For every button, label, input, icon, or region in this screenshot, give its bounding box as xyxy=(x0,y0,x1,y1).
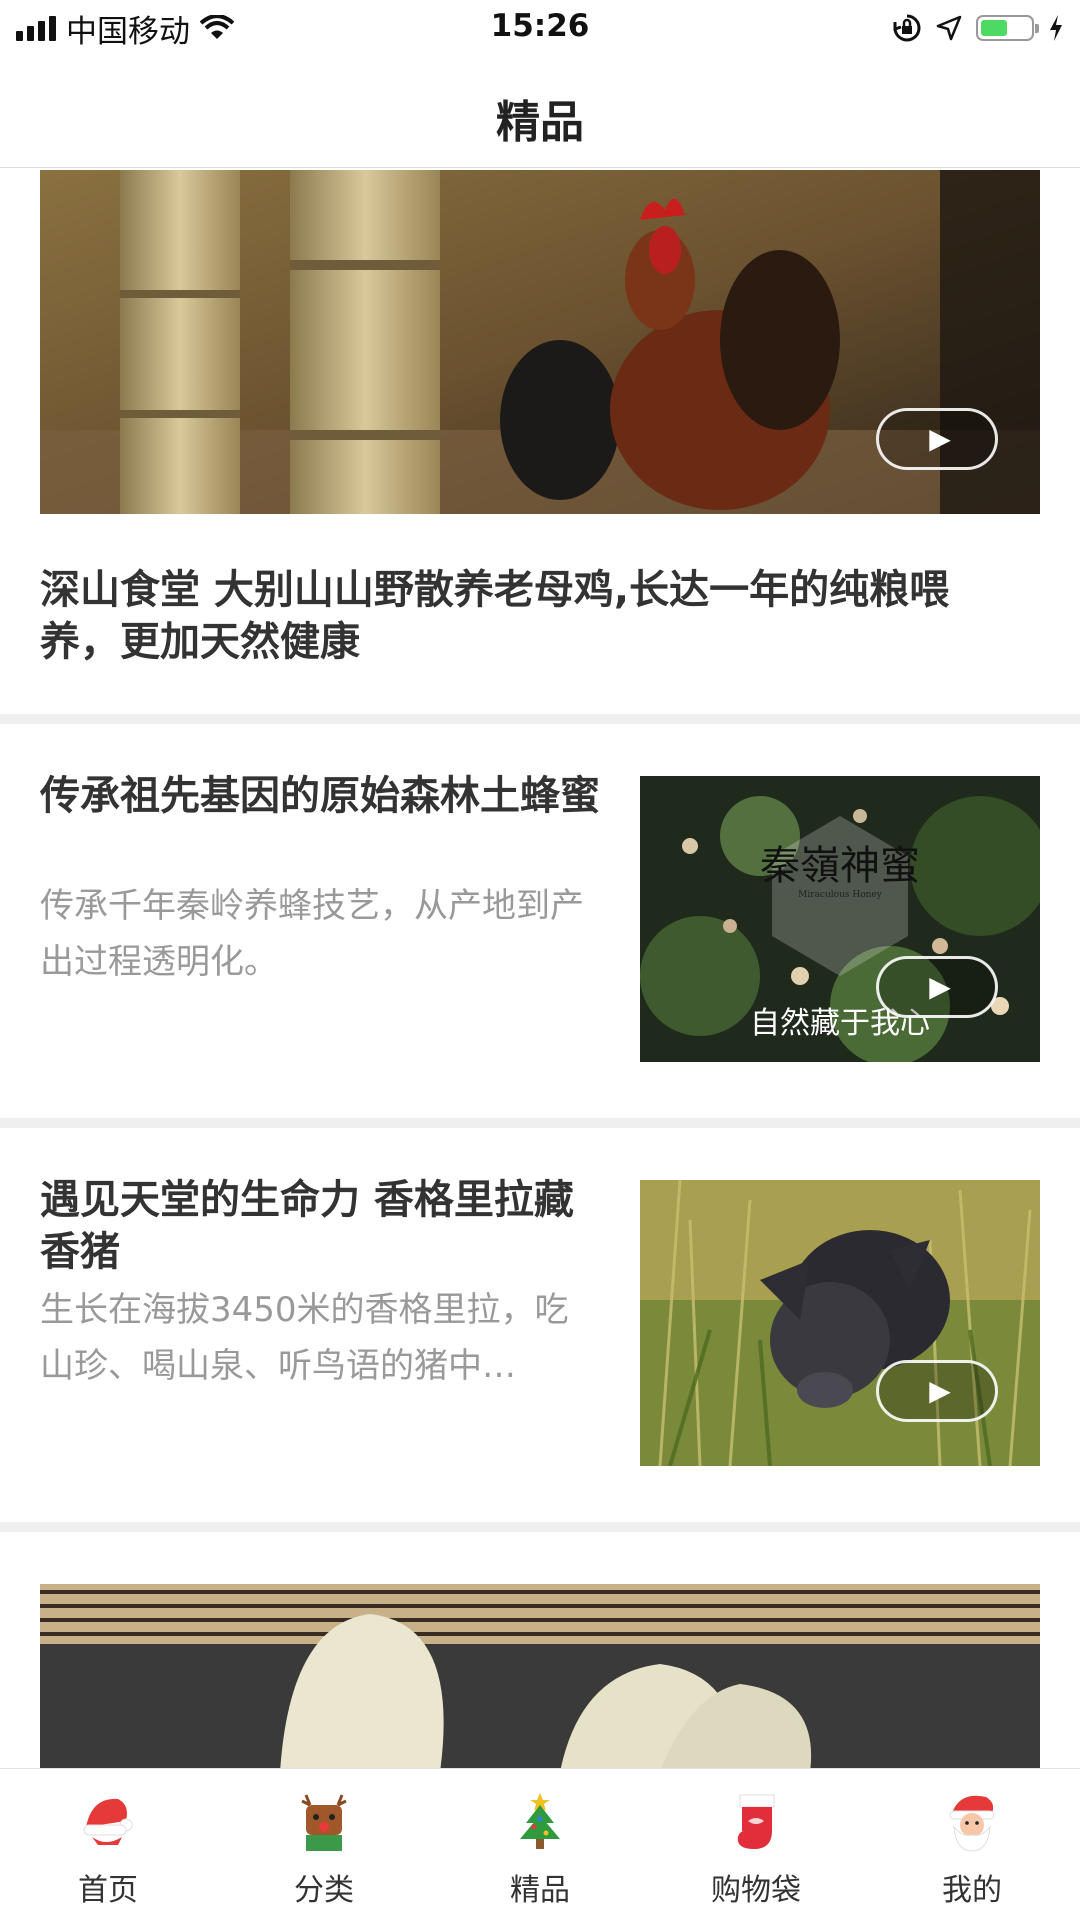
divider xyxy=(0,1522,1080,1532)
mushroom-dish-photo[interactable] xyxy=(40,1584,1040,1768)
santa-face-icon xyxy=(949,1795,995,1852)
divider xyxy=(0,1118,1080,1128)
hero-title: 深山食堂 大别山山野散养老母鸡,长达一年的纯粮喂养，更加天然健康 xyxy=(40,567,950,665)
reindeer-icon xyxy=(301,1794,347,1851)
tab-home[interactable]: 首页 xyxy=(0,1769,216,1920)
tab-cart[interactable]: 购物袋 xyxy=(648,1769,864,1920)
tab-label: 我的 xyxy=(942,1873,1002,1908)
list-item[interactable]: 传承祖先基因的原始森林土蜂蜜 传承千年秦岭养蜂技艺，从产地到产出过程透明化。 秦… xyxy=(0,724,1080,1118)
brand-logo-sub: Miraculous Honey xyxy=(798,890,882,900)
hero-card[interactable]: ▶ 深山食堂 大别山山野散养老母鸡,长达一年的纯粮喂养，更加天然健康 xyxy=(0,168,1080,714)
play-button[interactable]: ▶ xyxy=(876,408,998,470)
status-right xyxy=(892,10,1064,46)
christmas-tree-icon xyxy=(520,1793,560,1849)
tab-label: 首页 xyxy=(78,1873,138,1908)
list-item[interactable]: 遇见天堂的生命力 香格里拉藏香猪 生长在海拔3450米的香格里拉，吃山珍、喝山泉… xyxy=(0,1128,1080,1522)
partial-card[interactable] xyxy=(0,1532,1080,1768)
item-description: 生长在海拔3450米的香格里拉，吃山珍、喝山泉、听鸟语的猪中… xyxy=(40,1290,569,1386)
play-button[interactable]: ▶ xyxy=(876,956,998,1018)
black-pig-photo[interactable]: ▶ xyxy=(640,1180,1040,1466)
navigation-bar: 精品 xyxy=(0,56,1080,168)
santa-hat-icon xyxy=(83,1798,133,1845)
christmas-stocking-icon xyxy=(737,1794,775,1849)
tab-profile[interactable]: 我的 xyxy=(864,1769,1080,1920)
tab-bar: 首页 分类 精品 购物袋 我的 xyxy=(0,1768,1080,1920)
page-title: 精品 xyxy=(496,97,584,148)
play-icon: ▶ xyxy=(929,422,951,455)
honey-pine-photo[interactable]: 秦嶺神蜜 Miraculous Honey 自然藏于我心 ▶ xyxy=(640,776,1040,1062)
tab-label: 购物袋 xyxy=(711,1873,801,1908)
play-icon: ▶ xyxy=(929,970,951,1003)
battery-icon xyxy=(976,15,1039,41)
location-icon xyxy=(936,15,962,41)
tab-label: 精品 xyxy=(510,1873,570,1908)
orientation-lock-icon xyxy=(893,14,921,42)
tab-label: 分类 xyxy=(294,1873,354,1908)
rooster-photo[interactable]: ▶ xyxy=(40,170,1040,514)
brand-logo: 秦嶺神蜜 Miraculous Honey xyxy=(752,842,928,900)
play-icon: ▶ xyxy=(929,1374,951,1407)
battery-fill xyxy=(981,20,1007,36)
charging-icon xyxy=(1050,15,1062,41)
tab-category[interactable]: 分类 xyxy=(216,1769,432,1920)
item-title: 传承祖先基因的原始森林土蜂蜜 xyxy=(40,773,600,819)
item-description: 传承千年秦岭养蜂技艺，从产地到产出过程透明化。 xyxy=(40,886,584,982)
divider xyxy=(0,714,1080,724)
tab-featured[interactable]: 精品 xyxy=(432,1769,648,1920)
feed-list[interactable]: ▶ 深山食堂 大别山山野散养老母鸡,长达一年的纯粮喂养，更加天然健康 传承祖先基… xyxy=(0,168,1080,1768)
status-bar: 中国移动 15:26 xyxy=(0,0,1080,56)
brand-logo-text: 秦嶺神蜜 xyxy=(760,843,920,889)
item-title: 遇见天堂的生命力 香格里拉藏香猪 xyxy=(40,1177,574,1275)
play-button[interactable]: ▶ xyxy=(876,1360,998,1422)
